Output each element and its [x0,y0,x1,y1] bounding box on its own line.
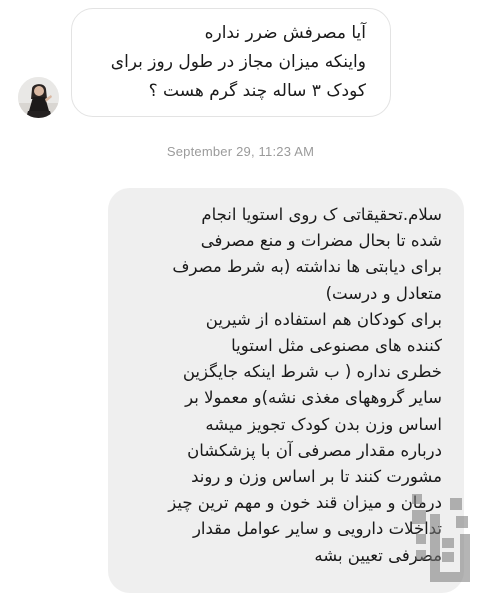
outgoing-message-line: درباره مقدار مصرفی آن با پزشکشان [187,440,442,460]
outgoing-message-line: برای دیابتی ها نداشته (به شرط مصرف [172,257,442,277]
incoming-message-line: واینکه میزان مجاز در طول روز برای [110,52,366,72]
outgoing-message-line: سلام.تحقیقاتی ک روی استویا انجام [201,205,442,224]
message-timestamp: September 29, 11:23 AM [166,144,315,159]
outgoing-message-line: مشورت کنند تا بر اساس وزن و روند [191,467,442,487]
outgoing-message-bubble[interactable]: سلام.تحقیقاتی ک روی استویا انجام شده تا … [108,188,464,593]
outgoing-message-line: برای کودکان هم استفاده از شیرین [205,309,442,329]
incoming-message-line: کودک ۳ ساله چند گرم هست ؟ [148,81,366,101]
outgoing-message-line: تداخلات دارویی و سایر عوامل مقدار [192,519,442,539]
app-logo-watermark-icon [412,494,474,594]
incoming-message-line: آیا مصرفش ضرر نداره [204,23,366,43]
outgoing-message-line: شده تا بحال مضرات و منع مصرفی [200,231,442,251]
outgoing-message-line: سایر گروههای مغذی نشه)و معمولا بر [185,388,442,408]
outgoing-message-line: کننده های مصنوعی مثل استویا [231,336,442,356]
outgoing-message-line: اساس وزن بدن کودک تجویز میشه [205,414,442,434]
avatar-photo-icon [18,77,59,118]
outgoing-message-line: مصرفی تعیین بشه [314,545,442,565]
chat-thread: آیا مصرفش ضرر نداره واینکه میزان مجاز در… [0,0,481,600]
incoming-message-bubble[interactable]: آیا مصرفش ضرر نداره واینکه میزان مجاز در… [71,8,391,117]
outgoing-message-line: خطری نداره ( ب شرط اینکه جایگزین [182,362,442,382]
outgoing-message-line: درمان و میزان قند خون و مهم ترین چیز [168,493,442,513]
sender-avatar[interactable] [18,77,59,118]
outgoing-message-line: متعادل و درست) [325,283,442,303]
